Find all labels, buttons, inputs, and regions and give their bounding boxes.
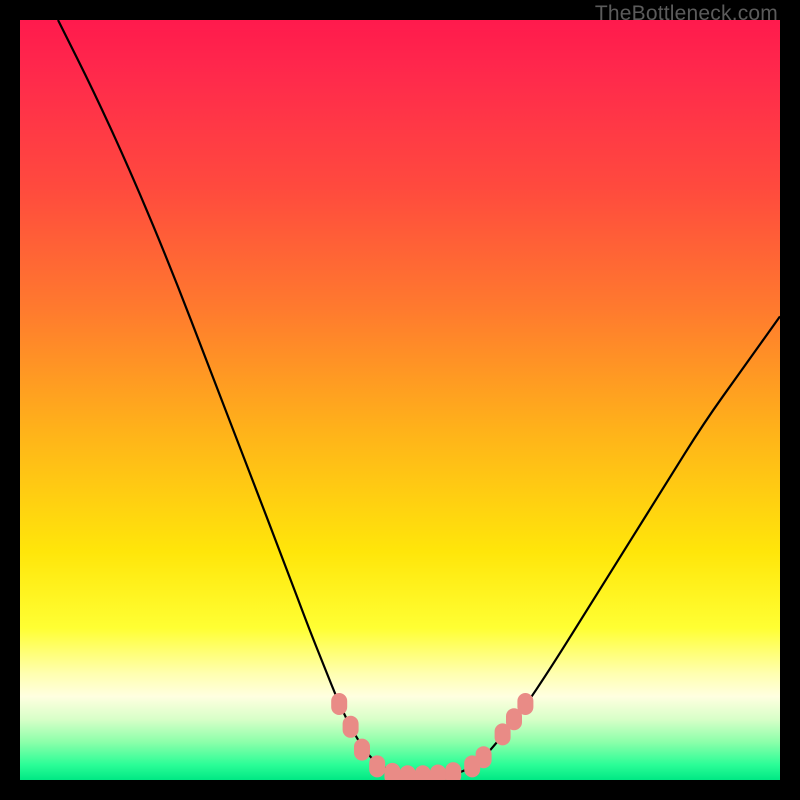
curve-marker	[369, 755, 385, 777]
curve-marker	[354, 739, 370, 761]
curve-marker	[476, 746, 492, 768]
curve-marker	[384, 763, 400, 780]
curve-marker	[517, 693, 533, 715]
curve-marker	[445, 762, 461, 780]
curve-markers	[331, 693, 533, 780]
curve-marker	[331, 693, 347, 715]
bottleneck-curve	[58, 20, 780, 776]
curve-marker	[343, 716, 359, 738]
chart-frame: TheBottleneck.com	[0, 0, 800, 800]
curve-svg	[20, 20, 780, 780]
plot-area	[20, 20, 780, 780]
curve-marker	[430, 764, 446, 780]
curve-marker	[400, 765, 416, 780]
watermark-text: TheBottleneck.com	[595, 2, 778, 26]
curve-marker	[415, 765, 431, 780]
